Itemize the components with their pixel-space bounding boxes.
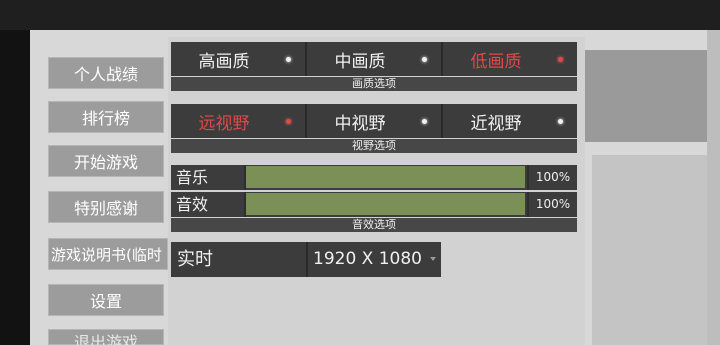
view-options: 远视野 中视野 近视野 — [171, 104, 577, 138]
option-label: 远视野 — [198, 113, 250, 134]
sfx-volume-slider[interactable] — [244, 192, 527, 217]
dropdown-arrow-icon — [430, 257, 436, 261]
menu-label: 个人战绩 — [73, 65, 138, 84]
menu-button-special-thanks[interactable]: 特别感谢 — [48, 191, 164, 223]
sfx-volume-percent: 100% — [527, 192, 577, 217]
menu-button-leaderboard[interactable]: 排行榜 — [48, 101, 164, 133]
quality-option-medium[interactable]: 中画质 — [307, 42, 443, 76]
radio-dot-icon — [422, 57, 427, 62]
menu-button-settings[interactable]: 设置 — [48, 284, 164, 316]
left-edge — [0, 30, 30, 345]
option-label: 近视野 — [470, 113, 522, 134]
sfx-label: 音效 — [176, 195, 209, 214]
option-label: 中画质 — [334, 51, 386, 72]
radio-dot-icon — [558, 119, 563, 124]
display-row: 实时 1920 X 1080 — [171, 242, 441, 277]
menu-label: 特别感谢 — [73, 199, 138, 218]
menu-label: 排行榜 — [81, 109, 130, 128]
right-edge — [707, 30, 720, 345]
background-block-lower — [592, 155, 720, 345]
quality-options: 高画质 中画质 低画质 — [171, 42, 577, 76]
quality-option-high[interactable]: 高画质 — [171, 42, 307, 76]
menu-label: 开始游戏 — [73, 153, 138, 172]
menu-button-exit-game[interactable]: 退出游戏 — [48, 329, 164, 345]
option-label: 低画质 — [470, 51, 522, 72]
menu-button-start-game[interactable]: 开始游戏 — [48, 145, 164, 177]
settings-panel: 高画质 中画质 低画质 画质选项 远视野 中视野 近视野 视野选项 音乐 100… — [168, 37, 585, 345]
radio-dot-icon — [558, 57, 563, 62]
menu-button-game-manual[interactable]: 游戏说明书(临时 — [48, 238, 168, 270]
music-volume-percent: 100% — [527, 165, 577, 190]
menu-label: 退出游戏 — [73, 333, 138, 345]
radio-dot-icon — [286, 57, 291, 62]
top-bar — [0, 0, 720, 30]
resolution-value: 1920 X 1080 — [313, 249, 422, 269]
sfx-volume-fill — [246, 193, 525, 215]
menu-label: 游戏说明书(临时 — [51, 245, 162, 264]
display-mode-label: 实时 — [171, 242, 306, 277]
option-label: 高画质 — [198, 51, 250, 72]
menu-label: 设置 — [89, 292, 122, 311]
menu-button-personal-record[interactable]: 个人战绩 — [48, 57, 164, 89]
option-label: 中视野 — [334, 113, 386, 134]
radio-dot-icon — [286, 119, 291, 124]
resolution-dropdown[interactable]: 1920 X 1080 — [306, 242, 441, 277]
background-block — [585, 50, 707, 142]
view-option-near[interactable]: 近视野 — [443, 104, 577, 138]
music-label: 音乐 — [176, 168, 209, 187]
audio-caption: 音效选项 — [171, 218, 577, 232]
sfx-volume-row: 音效 100% — [171, 192, 577, 217]
view-caption: 视野选项 — [171, 139, 577, 153]
view-option-far[interactable]: 远视野 — [171, 104, 307, 138]
view-option-medium[interactable]: 中视野 — [307, 104, 443, 138]
music-volume-row: 音乐 100% — [171, 165, 577, 190]
radio-dot-icon — [422, 119, 427, 124]
quality-caption: 画质选项 — [171, 77, 577, 91]
music-volume-fill — [246, 166, 525, 188]
quality-option-low[interactable]: 低画质 — [443, 42, 577, 76]
music-volume-slider[interactable] — [244, 165, 527, 190]
